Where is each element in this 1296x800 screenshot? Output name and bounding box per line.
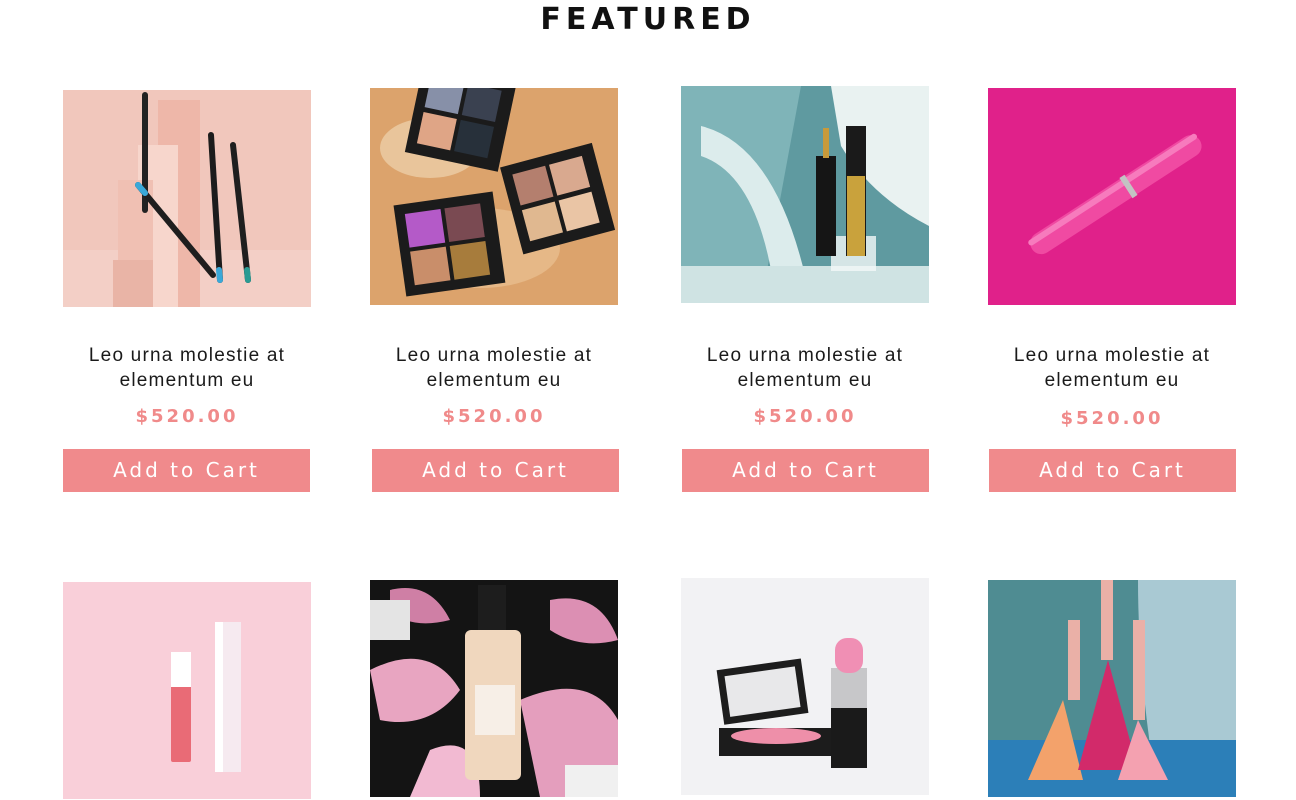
- product-price: $520.00: [135, 406, 239, 427]
- product-image-link[interactable]: [63, 90, 311, 307]
- add-to-cart-button[interactable]: Add to Cart: [372, 449, 619, 492]
- product-price: $520.00: [753, 406, 857, 427]
- section-title: FEATURED: [540, 2, 756, 37]
- foundation-bottle-photo: [370, 580, 618, 797]
- product-image-link[interactable]: [988, 580, 1236, 797]
- eyeshadow-palettes-photo: [370, 88, 618, 305]
- product-name: Leo urna molestie at elementum eu: [395, 345, 593, 391]
- product-image-link[interactable]: [681, 86, 929, 303]
- product-price: $520.00: [442, 406, 546, 427]
- product-image-link[interactable]: [681, 578, 929, 795]
- liquid-lipstick-photo: [63, 582, 311, 799]
- add-to-cart-button[interactable]: Add to Cart: [63, 449, 310, 492]
- lip-gloss-photo: [681, 86, 929, 303]
- eyeliner-pencils-photo: [63, 90, 311, 307]
- product-price: $520.00: [1060, 408, 1164, 429]
- product-image-link[interactable]: [370, 88, 618, 305]
- product-name: Leo urna molestie at elementum eu: [706, 345, 904, 391]
- product-image-link[interactable]: [63, 582, 311, 799]
- pink-marker-photo: [988, 88, 1236, 305]
- product-image-link[interactable]: [370, 580, 618, 797]
- product-name: Leo urna molestie at elementum eu: [1013, 345, 1211, 391]
- add-to-cart-button[interactable]: Add to Cart: [682, 449, 929, 492]
- lip-gloss-trio-photo: [988, 580, 1236, 797]
- add-to-cart-button[interactable]: Add to Cart: [989, 449, 1236, 492]
- lipstick-blush-compact-photo: [681, 578, 929, 795]
- product-image-link[interactable]: [988, 88, 1236, 305]
- product-name: Leo urna molestie at elementum eu: [88, 345, 286, 391]
